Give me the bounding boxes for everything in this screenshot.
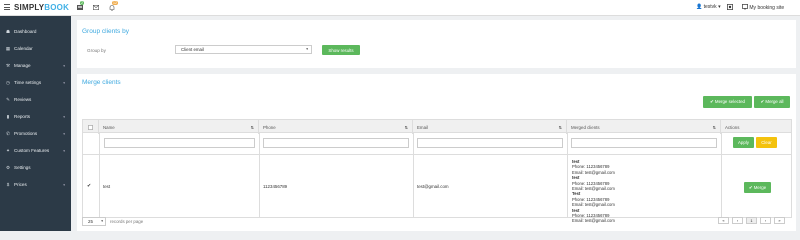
notifications-badge: 12 bbox=[112, 1, 118, 5]
next-page-button[interactable]: › bbox=[760, 217, 771, 224]
column-header-email[interactable]: Email ⇅ bbox=[413, 120, 567, 134]
chevron-down-icon: ▾ bbox=[63, 63, 65, 68]
last-page-button[interactable]: » bbox=[774, 217, 785, 224]
sidebar: ☗ Dashboard ▦ Calendar ⚒ Manage ▾ ◷ Time sett… bbox=[0, 16, 71, 231]
sidebar-item-manage[interactable]: ⚒ Manage ▾ bbox=[0, 57, 71, 74]
sidebar-item-time-settings[interactable]: ◷ Time settings ▾ bbox=[0, 74, 71, 91]
name-filter-input[interactable] bbox=[104, 138, 255, 148]
chevron-down-icon: ▾ bbox=[63, 182, 65, 187]
chevron-down-icon: ▾ bbox=[101, 219, 103, 223]
show-results-button[interactable]: Show results bbox=[322, 45, 360, 55]
prev-page-button[interactable]: ‹ bbox=[732, 217, 743, 224]
table-row: ✔ test 1123456789 test@gmail.com test Ph… bbox=[82, 155, 792, 223]
sidebar-item-prices[interactable]: $ Prices ▾ bbox=[0, 176, 71, 193]
sort-icon: ⇅ bbox=[558, 124, 562, 130]
chevron-down-icon: ▾ bbox=[63, 131, 65, 136]
bar-chart-icon: ▮ bbox=[6, 113, 10, 119]
per-page-label: records per page bbox=[110, 219, 144, 224]
group-by-label: Group by bbox=[87, 48, 106, 53]
chevron-down-icon: ▾ bbox=[306, 47, 308, 51]
dashboard-icon: ☗ bbox=[5, 28, 11, 34]
calendar-icon: ▦ bbox=[5, 45, 11, 51]
envelope-icon[interactable] bbox=[93, 5, 100, 11]
row-checkbox[interactable]: ✔ bbox=[87, 183, 91, 189]
help-icon[interactable] bbox=[727, 4, 733, 12]
select-all-checkbox[interactable] bbox=[83, 120, 99, 134]
column-header-merged-clients[interactable]: Merged clients ⇅ bbox=[567, 120, 721, 134]
merged-clients-filter-input[interactable] bbox=[571, 138, 717, 148]
tasks-badge: 2 bbox=[80, 1, 84, 5]
table-header: Name ⇅ Phone ⇅ Email ⇅ Merged clients ⇅ Acti… bbox=[82, 119, 792, 134]
clear-button[interactable]: Clear bbox=[756, 137, 777, 148]
first-page-button[interactable]: « bbox=[718, 217, 729, 224]
filter-row: Apply Clear bbox=[82, 133, 792, 155]
group-clients-title: Group clients by bbox=[82, 28, 129, 35]
apply-button[interactable]: Apply bbox=[733, 137, 754, 148]
group-by-select[interactable]: Client email ▾ bbox=[175, 45, 312, 54]
client-name: test bbox=[103, 184, 111, 189]
per-page-select[interactable]: 25 ▾ bbox=[82, 217, 106, 226]
merge-selected-button[interactable]: ✔ Merge selected bbox=[703, 96, 752, 108]
sidebar-item-calendar[interactable]: ▦ Calendar bbox=[0, 40, 71, 57]
sidebar-item-dashboard[interactable]: ☗ Dashboard bbox=[0, 23, 71, 40]
group-clients-panel: Group clients by Group by Client email ▾… bbox=[77, 20, 796, 68]
phone-filter-input[interactable] bbox=[263, 138, 409, 148]
column-header-actions: Actions bbox=[725, 124, 740, 130]
my-booking-site-link[interactable]: My booking site bbox=[742, 4, 784, 11]
user-menu[interactable]: 👤 testvk ▾ bbox=[696, 4, 721, 10]
merge-clients-title: Merge clients bbox=[82, 79, 121, 86]
chevron-down-icon: ▾ bbox=[63, 114, 65, 119]
chevron-down-icon: ▾ bbox=[718, 4, 721, 10]
column-header-name[interactable]: Name ⇅ bbox=[99, 120, 259, 134]
clock-icon: ◷ bbox=[6, 79, 10, 85]
puzzle-icon: ✦ bbox=[6, 147, 10, 153]
column-header-phone[interactable]: Phone ⇅ bbox=[259, 120, 413, 134]
megaphone-icon: ✆ bbox=[6, 130, 10, 136]
client-email: test@gmail.com bbox=[417, 184, 449, 189]
sidebar-item-custom-features[interactable]: ✦ Custom Features ▾ bbox=[0, 142, 71, 159]
logo[interactable]: SIMPLYBOOK bbox=[14, 3, 69, 12]
sort-icon: ⇅ bbox=[712, 124, 716, 130]
merge-all-button[interactable]: ✔ Merge all bbox=[754, 96, 790, 108]
sidebar-item-reports[interactable]: ▮ Reports ▾ bbox=[0, 108, 71, 125]
gear-icon: ⚙ bbox=[5, 164, 11, 170]
username: testvk bbox=[703, 4, 717, 10]
wrench-icon: ⚒ bbox=[5, 62, 11, 68]
dollar-icon: $ bbox=[6, 182, 10, 187]
sort-icon: ⇅ bbox=[250, 124, 254, 130]
top-bar: SIMPLYBOOK 2 12 👤 testvk ▾ My booking si… bbox=[0, 0, 800, 16]
hamburger-menu-icon[interactable] bbox=[4, 4, 10, 10]
merged-clients-list: test Phone: 1123456789 Email: test@gmail… bbox=[572, 159, 615, 224]
sidebar-item-reviews[interactable]: ✎ Reviews bbox=[0, 91, 71, 108]
merge-clients-panel: Merge clients ✔ Merge selected ✔ Merge a… bbox=[77, 74, 796, 231]
sidebar-item-promotions[interactable]: ✆ Promotions ▾ bbox=[0, 125, 71, 142]
client-phone: 1123456789 bbox=[263, 184, 288, 189]
chevron-down-icon: ▾ bbox=[63, 80, 65, 85]
sidebar-item-settings[interactable]: ⚙ Settings bbox=[0, 159, 71, 176]
email-filter-input[interactable] bbox=[417, 138, 563, 148]
merge-row-button[interactable]: ✔ Merge bbox=[744, 182, 771, 193]
user-icon: 👤 bbox=[696, 4, 703, 10]
sort-icon: ⇅ bbox=[404, 124, 408, 130]
chevron-down-icon: ▾ bbox=[63, 148, 65, 153]
bell-icon[interactable]: 12 bbox=[109, 1, 118, 11]
tasks-icon[interactable]: 2 bbox=[77, 1, 84, 10]
page-1-button[interactable]: 1 bbox=[746, 217, 757, 224]
comment-icon: ✎ bbox=[6, 96, 10, 102]
